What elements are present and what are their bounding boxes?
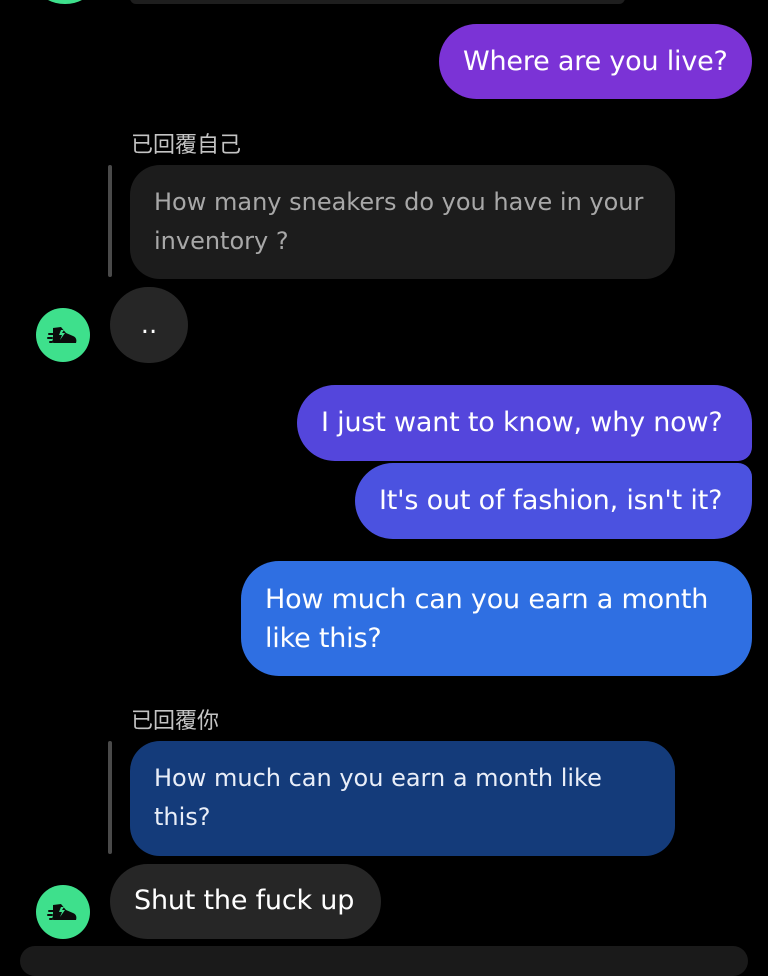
quoted-message-bubble[interactable]: How many sneakers do you have in your in… <box>130 165 675 279</box>
sneaker-icon <box>47 904 77 920</box>
message-text: Where are you live? <box>463 46 728 77</box>
previous-message-bubble-partial[interactable] <box>130 0 625 4</box>
incoming-message-bubble[interactable]: Shut the fuck up <box>110 864 381 939</box>
outgoing-message-bubble[interactable]: How much can you earn a month like this? <box>241 561 752 676</box>
reply-quote-bar <box>108 741 112 854</box>
reply-indicator-label: 已回覆你 <box>131 709 220 734</box>
message-text: It's out of fashion, isn't it? <box>379 485 723 516</box>
reply-indicator-label: 已回覆自己 <box>131 133 242 158</box>
message-composer-partial[interactable] <box>20 946 748 976</box>
incoming-message-bubble[interactable]: .. <box>110 287 188 363</box>
message-text: How much can you earn a month like this? <box>265 584 709 654</box>
outgoing-message-bubble[interactable]: Where are you live? <box>439 24 752 99</box>
reply-quote-bar <box>108 165 112 277</box>
message-text: .. <box>140 310 158 340</box>
quoted-message-bubble[interactable]: How much can you earn a month like this? <box>130 741 675 856</box>
sneaker-icon <box>47 327 77 343</box>
message-text: Shut the fuck up <box>134 885 355 916</box>
contact-avatar[interactable] <box>36 308 90 362</box>
contact-avatar-partial[interactable] <box>40 0 90 4</box>
outgoing-message-bubble[interactable]: It's out of fashion, isn't it? <box>355 463 752 539</box>
contact-avatar[interactable] <box>36 885 90 939</box>
outgoing-message-bubble[interactable]: I just want to know, why now? <box>297 385 752 461</box>
quoted-message-text: How many sneakers do you have in your in… <box>154 188 644 255</box>
message-text: I just want to know, why now? <box>321 407 723 438</box>
quoted-message-text: How much can you earn a month like this? <box>154 764 602 831</box>
